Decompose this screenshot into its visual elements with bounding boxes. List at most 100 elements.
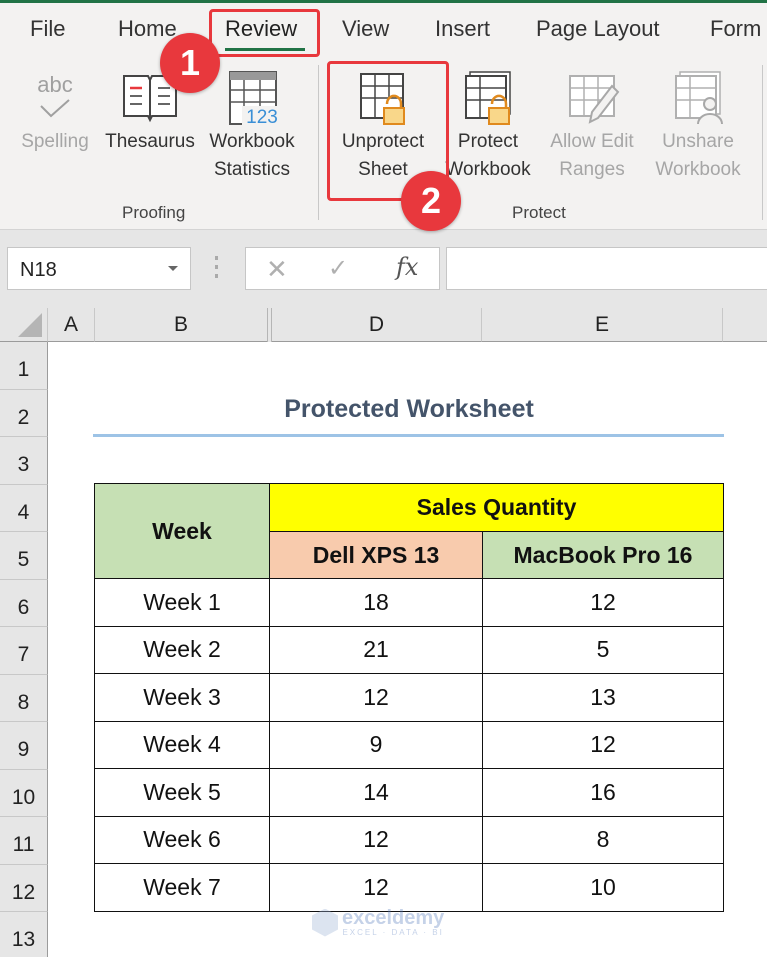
table-row: Week 7 12 10 [94, 863, 724, 912]
review-tab-highlight [209, 9, 320, 57]
row-header-5[interactable]: 5 [0, 532, 48, 580]
cell-dell[interactable]: 18 [269, 578, 483, 627]
name-box-value: N18 [20, 259, 57, 281]
column-header-a[interactable]: A [48, 308, 95, 342]
table-row: Week 3 12 13 [94, 673, 724, 722]
exceldemy-watermark: exceldemy EXCEL · DATA · BI [312, 908, 444, 937]
workbook-statistics-button[interactable]: 123 Workbook Statistics [202, 68, 302, 184]
table-row: Week 2 21 5 [94, 625, 724, 674]
proofing-group-label: Proofing [122, 203, 186, 222]
row-header-13[interactable]: 13 [0, 912, 48, 957]
cell-dell[interactable]: 12 [269, 815, 483, 864]
svg-text:abc: abc [37, 72, 72, 97]
cell-week[interactable]: Week 5 [94, 768, 270, 817]
unshare-workbook-icon [675, 71, 723, 125]
workbook-statistics-label-1: Workbook [209, 131, 295, 152]
row-header-10[interactable]: 10 [0, 769, 48, 817]
cell-week[interactable]: Week 1 [94, 578, 270, 627]
enter-icon[interactable]: ✓ [328, 254, 348, 283]
cell-mac[interactable]: 16 [482, 768, 724, 817]
row-header-7[interactable]: 7 [0, 627, 48, 675]
cell-week[interactable]: Week 4 [94, 720, 270, 769]
column-header-d[interactable]: D [272, 308, 482, 342]
tab-page-layout[interactable]: Page Layout [536, 16, 660, 42]
cancel-icon[interactable]: ✕ [266, 254, 288, 285]
insert-function-icon[interactable]: fx [396, 253, 418, 281]
row-header-8[interactable]: 8 [0, 674, 48, 722]
title-underline [93, 434, 724, 437]
group-separator [318, 65, 319, 220]
callout-badge-1: 1 [160, 33, 220, 93]
workbook-statistics-label-2: Statistics [213, 159, 291, 180]
header-macbook-pro-16[interactable]: MacBook Pro 16 [482, 531, 724, 579]
allow-edit-ranges-label-2: Ranges [559, 159, 625, 180]
formula-input[interactable] [446, 247, 767, 290]
sales-table: Week Sales Quantity Dell XPS 13 MacBook … [94, 483, 724, 912]
cell-dell[interactable]: 9 [269, 720, 483, 769]
cell-mac[interactable]: 10 [482, 863, 724, 912]
header-dell-xps-13[interactable]: Dell XPS 13 [269, 531, 483, 579]
cell-week[interactable]: Week 3 [94, 673, 270, 722]
column-header-e[interactable]: E [482, 308, 723, 342]
tab-view[interactable]: View [342, 16, 389, 42]
table-row: Week 1 18 12 [94, 578, 724, 627]
watermark-name: exceldemy [342, 907, 445, 929]
cell-week[interactable]: Week 2 [94, 625, 270, 674]
thesaurus-label: Thesaurus [105, 131, 195, 152]
select-all-button[interactable] [0, 308, 48, 342]
allow-edit-ranges-button[interactable]: Allow Edit Ranges [542, 68, 642, 184]
row-header-4[interactable]: 4 [0, 484, 48, 532]
table-row: Week 4 9 12 [94, 720, 724, 769]
tab-file[interactable]: File [30, 16, 65, 42]
protect-workbook-button[interactable]: Protect Workbook [438, 68, 538, 184]
cell-mac[interactable]: 12 [482, 720, 724, 769]
watermark-tagline: EXCEL · DATA · BI [342, 928, 444, 937]
protect-workbook-label-1: Protect [457, 131, 519, 152]
column-header-b[interactable]: B [95, 308, 268, 342]
row-header-9[interactable]: 9 [0, 722, 48, 770]
cell-dell[interactable]: 14 [269, 768, 483, 817]
formula-buttons: ✕ ✓ fx [245, 247, 440, 290]
cell-dell[interactable]: 12 [269, 863, 483, 912]
tab-formulas[interactable]: Form [710, 16, 761, 42]
sheet-title: Protected Worksheet [284, 395, 534, 423]
column-header-f[interactable] [723, 308, 767, 342]
cell-week[interactable]: Week 7 [94, 863, 270, 912]
spelling-icon: abc [37, 72, 73, 118]
row-header-1[interactable]: 1 [0, 342, 48, 390]
chevron-down-icon[interactable] [168, 266, 178, 271]
workbook-statistics-icon: 123 [229, 71, 282, 128]
cell-mac[interactable]: 5 [482, 625, 724, 674]
row-header-3[interactable]: 3 [0, 437, 48, 485]
exceldemy-logo-icon [312, 908, 338, 937]
header-sales-quantity[interactable]: Sales Quantity [269, 483, 724, 532]
header-week[interactable]: Week [94, 483, 270, 579]
cell-dell[interactable]: 12 [269, 673, 483, 722]
cell-mac[interactable]: 8 [482, 815, 724, 864]
allow-edit-ranges-icon [569, 75, 620, 124]
allow-edit-ranges-label-1: Allow Edit [550, 131, 634, 152]
row-header-12[interactable]: 12 [0, 864, 48, 912]
table-row: Week 6 12 8 [94, 815, 724, 864]
row-header-6[interactable]: 6 [0, 579, 48, 627]
name-box[interactable]: N18 [7, 247, 191, 290]
cell-mac[interactable]: 12 [482, 578, 724, 627]
callout-badge-2: 2 [401, 171, 461, 231]
table-row: Week 5 14 16 [94, 768, 724, 817]
protect-group-label: Protect [512, 203, 566, 222]
spelling-label: Spelling [21, 131, 89, 152]
spelling-button[interactable]: abc Spelling [16, 68, 94, 156]
cell-mac[interactable]: 13 [482, 673, 724, 722]
protect-workbook-icon [465, 71, 511, 125]
group-separator [762, 65, 763, 220]
tab-insert[interactable]: Insert [435, 16, 490, 42]
unshare-workbook-button[interactable]: Unshare Workbook [646, 68, 750, 184]
unshare-workbook-label-1: Unshare [662, 131, 734, 152]
tab-home[interactable]: Home [118, 16, 177, 42]
cell-dell[interactable]: 21 [269, 625, 483, 674]
unshare-workbook-label-2: Workbook [655, 159, 741, 180]
row-header-11[interactable]: 11 [0, 817, 48, 865]
row-header-2[interactable]: 2 [0, 389, 48, 437]
cell-week[interactable]: Week 6 [94, 815, 270, 864]
drag-handle-icon[interactable] [215, 256, 219, 280]
